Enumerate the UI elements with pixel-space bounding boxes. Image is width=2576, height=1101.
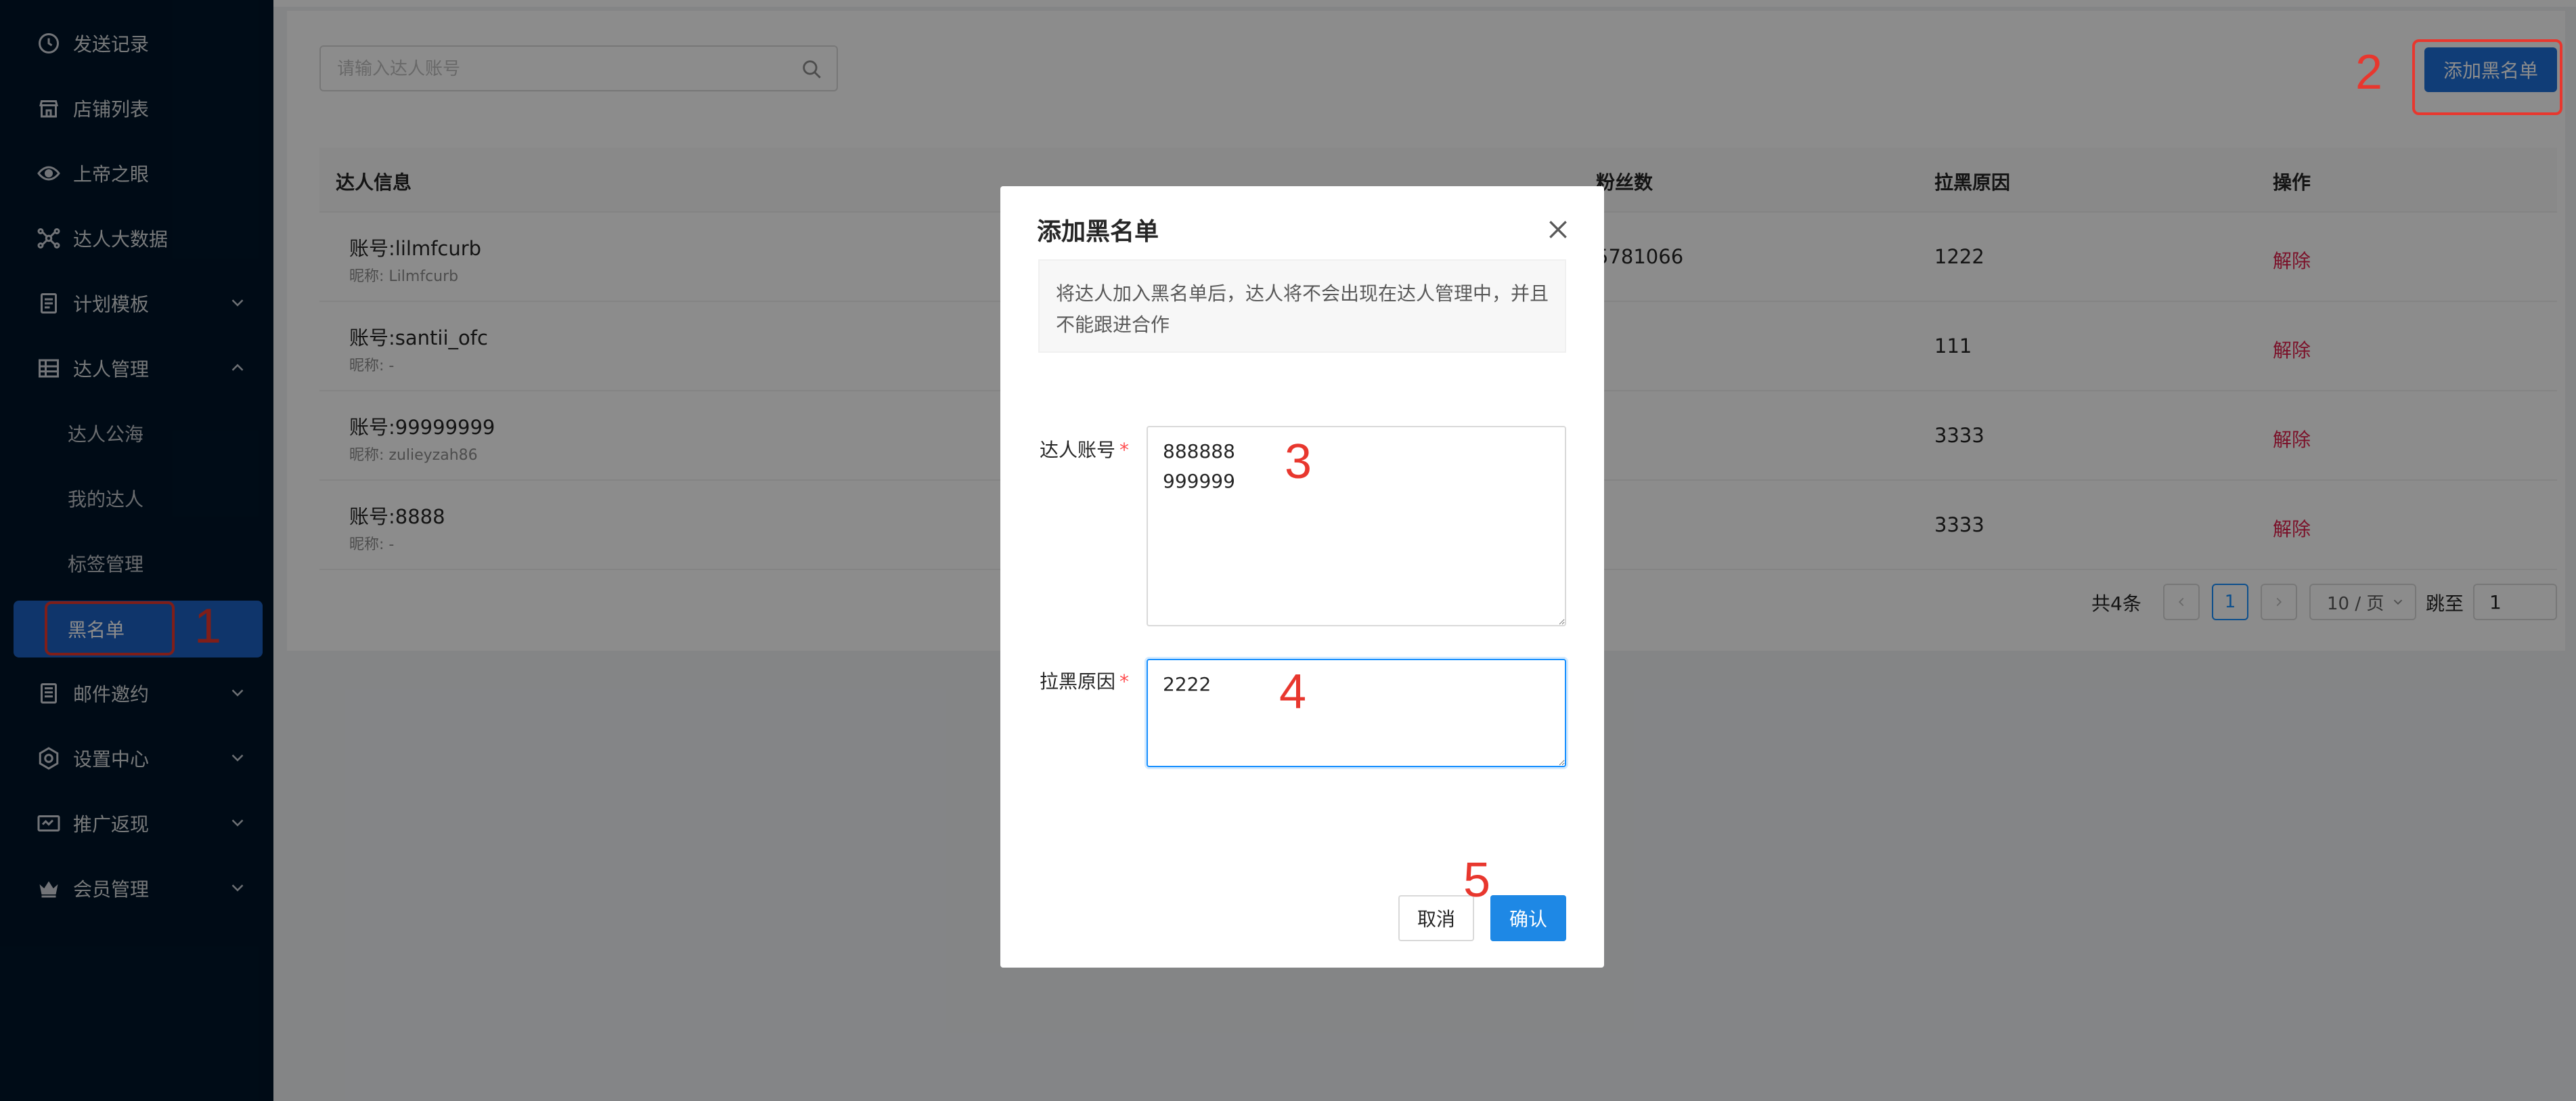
confirm-button[interactable]: 确认 (1490, 895, 1566, 941)
reason-field-label: 拉黑原因 * (1040, 667, 1129, 694)
modal-tip-text: 将达人加入黑名单后，达人将不会出现在达人管理中，并且不能跟进合作 (1056, 282, 1549, 336)
account-field-label: 达人账号 * (1040, 435, 1129, 462)
annotation-number-2: 2 (2355, 45, 2383, 100)
annotation-number-3: 3 (1285, 435, 1312, 489)
modal-tip: 将达人加入黑名单后，达人将不会出现在达人管理中，并且不能跟进合作 (1038, 259, 1566, 353)
annotation-number-4: 4 (1279, 665, 1307, 719)
modal-title: 添加黑名单 (1037, 218, 1159, 246)
annotation-box-2 (2412, 39, 2562, 115)
close-icon[interactable] (1545, 216, 1572, 243)
reason-textarea[interactable]: 2222 (1147, 659, 1566, 767)
account-label-text: 达人账号 (1040, 439, 1116, 461)
reason-label-text: 拉黑原因 (1040, 670, 1116, 693)
account-textarea[interactable]: 888888 999999 (1147, 426, 1566, 626)
add-blacklist-modal: 添加黑名单 将达人加入黑名单后，达人将不会出现在达人管理中，并且不能跟进合作 达… (1000, 186, 1604, 968)
required-mark: * (1119, 670, 1130, 693)
annotation-number-5: 5 (1463, 853, 1491, 907)
required-mark: * (1119, 439, 1130, 461)
